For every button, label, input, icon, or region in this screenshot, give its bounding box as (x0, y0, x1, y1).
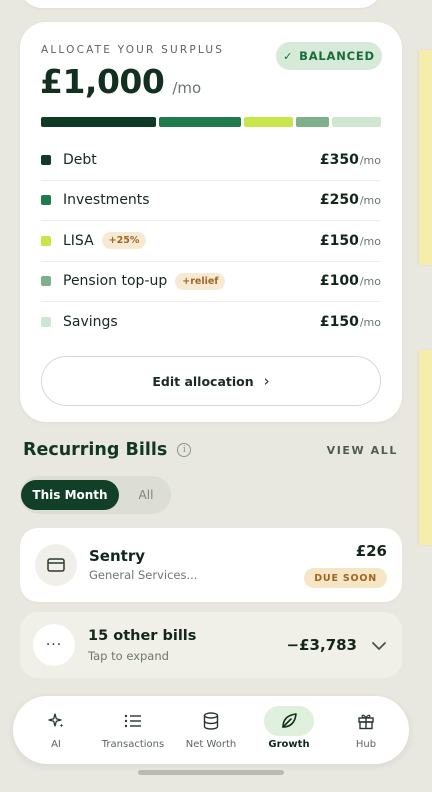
surplus-amount-unit: /mo (172, 79, 202, 97)
info-icon[interactable]: i (177, 443, 192, 457)
allocation-row: Debt £350/mo (41, 140, 381, 181)
due-soon-badge: DUE SOON (304, 568, 387, 588)
balanced-badge: ✓ BALANCED (276, 42, 382, 70)
allocation-name: Debt (63, 151, 97, 168)
allocation-amount: £150 (319, 314, 359, 331)
chevron-down-icon (372, 636, 386, 655)
allocation-bar-segment (331, 117, 381, 127)
other-bills-amount: −£3,783 (286, 636, 357, 654)
allocation-value: £150/mo (320, 233, 381, 249)
sparkle-icon (31, 706, 81, 736)
color-swatch (41, 154, 51, 165)
color-swatch (41, 317, 51, 328)
allocation-unit: /mo (359, 153, 381, 167)
nav-label: AI (51, 739, 61, 750)
allocation-amount: £100 (319, 273, 359, 290)
other-bills-title: 15 other bills (88, 628, 197, 644)
card-icon (35, 544, 77, 586)
bottom-nav: AI Transactions Net Worth Growth Hub (13, 696, 409, 764)
allocation-bonus-tag: +25% (101, 232, 147, 250)
allocation-unit: /mo (359, 275, 381, 289)
tab-all[interactable]: All (124, 480, 168, 510)
color-swatch (41, 195, 51, 206)
allocation-bar-segment (243, 117, 293, 127)
database-icon (186, 706, 236, 736)
edit-allocation-button[interactable]: Edit allocation › (41, 356, 381, 406)
sticky-note-decoration (419, 350, 432, 545)
allocation-name: Investments (63, 192, 150, 209)
allocation-unit: /mo (359, 316, 381, 330)
bill-name: Sentry (89, 547, 146, 565)
surplus-amount-value: £1,000 (40, 62, 165, 101)
allocation-bar-segment (41, 117, 156, 127)
more-icon: ··· (33, 624, 75, 666)
edit-allocation-label: Edit allocation (152, 373, 254, 389)
nav-item-growth[interactable]: Growth (249, 696, 329, 764)
allocation-amount: £250 (319, 192, 359, 209)
nav-item-ai[interactable]: AI (16, 696, 96, 764)
home-indicator[interactable] (138, 770, 284, 775)
nav-item-transactions[interactable]: Transactions (93, 696, 173, 764)
allocation-bar-segment (296, 117, 329, 127)
bill-amount: £26 (355, 542, 387, 560)
allocation-unit: /mo (359, 194, 381, 208)
allocation-value: £100/mo (320, 273, 381, 289)
allocation-row: LISA +25% £150/mo (41, 221, 381, 262)
nav-label: Growth (268, 739, 310, 750)
sticky-note-decoration (419, 50, 432, 265)
allocation-row: Pension top-up +relief £100/mo (41, 262, 381, 302)
allocation-unit: /mo (359, 234, 381, 248)
bill-item[interactable]: Sentry General Services... £26 DUE SOON (20, 528, 402, 602)
check-icon: ✓ (283, 49, 294, 63)
allocation-value: £350/mo (320, 152, 381, 168)
section-title: Recurring Bills (23, 440, 168, 460)
allocation-amount: £150 (319, 232, 359, 249)
other-bills-expander[interactable]: ··· 15 other bills Tap to expand −£3,783 (20, 612, 402, 678)
allocation-bar-segment (158, 117, 241, 127)
surplus-allocation-card: ALLOCATE YOUR SURPLUS ✓ BALANCED £1,000 … (20, 22, 402, 422)
color-swatch (41, 235, 51, 246)
allocation-value: £150/mo (320, 314, 381, 330)
allocation-value: £250/mo (320, 192, 381, 208)
allocation-row: Investments £250/mo (41, 181, 381, 221)
bill-category: General Services... (89, 568, 198, 582)
allocation-list: Debt £350/mo Investments £250/mo LISA +25% £15… (41, 140, 381, 343)
chevron-right-icon: › (263, 372, 270, 390)
gift-icon (341, 706, 391, 736)
allocation-name: Savings (63, 314, 118, 331)
recurring-bills-header: Recurring Bills i (23, 440, 192, 460)
other-bills-subtitle: Tap to expand (88, 649, 169, 663)
nav-item-net-worth[interactable]: Net Worth (171, 696, 251, 764)
allocation-name: Pension top-up (63, 273, 168, 290)
surplus-eyebrow: ALLOCATE YOUR SURPLUS (41, 44, 225, 56)
allocation-bonus-tag: +relief (175, 272, 226, 290)
nav-label: Hub (355, 739, 377, 750)
previous-card-edge (20, 0, 382, 8)
balanced-badge-label: BALANCED (299, 49, 375, 63)
allocation-amount: £350 (319, 151, 359, 168)
surplus-amount: £1,000 /mo (40, 62, 201, 101)
list-icon (108, 706, 158, 736)
bills-period-toggle: This Month All (20, 476, 171, 514)
allocation-row: Savings £150/mo (41, 302, 381, 343)
nav-label: Transactions (101, 739, 165, 750)
view-all-link[interactable]: VIEW ALL (327, 444, 398, 457)
nav-label: Net Worth (185, 739, 237, 750)
nav-item-hub[interactable]: Hub (326, 696, 406, 764)
tab-this-month[interactable]: This Month (21, 480, 119, 510)
color-swatch (41, 276, 51, 287)
allocation-bar (41, 117, 381, 127)
allocation-name: LISA (63, 232, 94, 249)
leaf-icon (264, 706, 314, 736)
